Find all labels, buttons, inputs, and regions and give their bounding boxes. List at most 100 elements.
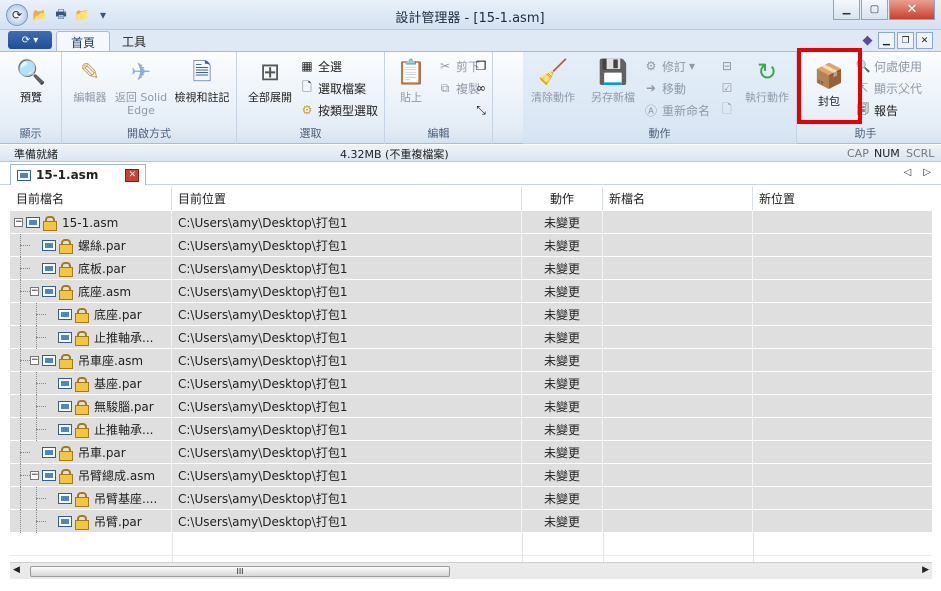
cell-action[interactable]: 未變更 xyxy=(522,487,603,510)
action-extra-2[interactable]: ☑ xyxy=(719,78,735,98)
table-row[interactable]: − 吊臂總成.asm C:\Users\amy\Desktop\打包1 未變更 xyxy=(10,464,932,487)
tab-next-icon[interactable]: ▷ xyxy=(923,167,931,178)
save-as-button[interactable]: 💾 另存新檔 xyxy=(585,56,641,105)
collapse-toggle-icon[interactable]: − xyxy=(30,356,39,365)
table-row[interactable]: 吊車.par C:\Users\amy\Desktop\打包1 未變更 xyxy=(10,441,932,464)
action-extra-1[interactable]: ⊟ xyxy=(719,56,735,76)
table-row[interactable]: 基座.par C:\Users\amy\Desktop\打包1 未變更 xyxy=(10,372,932,395)
table-row[interactable]: − 底座.asm C:\Users\amy\Desktop\打包1 未變更 xyxy=(10,280,932,303)
table-row[interactable]: − 15-1.asm C:\Users\amy\Desktop\打包1 未變更 xyxy=(10,211,932,234)
table-row[interactable]: 止推軸承... C:\Users\amy\Desktop\打包1 未變更 xyxy=(10,418,932,441)
cell-new-location[interactable] xyxy=(753,395,932,418)
cell-action[interactable]: 未變更 xyxy=(522,395,603,418)
cell-new-name[interactable] xyxy=(603,303,753,326)
table-row[interactable]: 止推軸承... C:\Users\amy\Desktop\打包1 未變更 xyxy=(10,326,932,349)
table-row[interactable]: 螺絲.par C:\Users\amy\Desktop\打包1 未變更 xyxy=(10,234,932,257)
expand-all-button[interactable]: ⊞ 全部展開 xyxy=(241,56,299,105)
ribbon-close-button[interactable]: ✕ xyxy=(916,32,933,49)
cell-action[interactable]: 未變更 xyxy=(522,464,603,487)
cell-new-location[interactable] xyxy=(753,326,932,349)
cell-new-location[interactable] xyxy=(753,464,932,487)
col-action[interactable]: 動作 xyxy=(522,187,603,210)
col-new-name[interactable]: 新檔名 xyxy=(603,187,753,210)
cell-new-location[interactable] xyxy=(753,418,932,441)
cell-action[interactable]: 未變更 xyxy=(522,441,603,464)
close-button[interactable]: ✕ xyxy=(889,0,935,20)
execute-action-button[interactable]: ↻ 執行動作 xyxy=(739,56,795,105)
horizontal-scrollbar[interactable]: ◀ III ▶ xyxy=(10,562,932,579)
cell-new-name[interactable] xyxy=(603,257,753,280)
table-row[interactable]: 無駿腦.par C:\Users\amy\Desktop\打包1 未變更 xyxy=(10,395,932,418)
cell-action[interactable]: 未變更 xyxy=(522,372,603,395)
cell-action[interactable]: 未變更 xyxy=(522,257,603,280)
cell-action[interactable]: 未變更 xyxy=(522,280,603,303)
cell-action[interactable]: 未變更 xyxy=(522,303,603,326)
cell-new-location[interactable] xyxy=(753,372,932,395)
cell-new-name[interactable] xyxy=(603,280,753,303)
revise-button[interactable]: ⚙ 修訂 ▾ xyxy=(643,56,695,76)
table-row[interactable]: 吊臂.par C:\Users\amy\Desktop\打包1 未變更 xyxy=(10,510,932,533)
open-folder-icon[interactable]: 📂 xyxy=(31,6,49,24)
view-markup-button[interactable]: 🗎 檢視和註記 xyxy=(168,56,236,105)
table-row[interactable]: − 吊車座.asm C:\Users\amy\Desktop\打包1 未變更 xyxy=(10,349,932,372)
cell-new-name[interactable] xyxy=(603,395,753,418)
clear-action-button[interactable]: 🧹 清除動作 xyxy=(527,56,579,105)
app-logo-icon[interactable]: ⟳ xyxy=(6,4,28,26)
customize-dropdown-icon[interactable]: ▾ xyxy=(94,6,112,24)
show-parent-button[interactable]: ⇱ 顯示父代 xyxy=(855,78,922,98)
select-files-button[interactable]: 🗋 選取檔案 xyxy=(299,78,366,98)
where-used-button[interactable]: 🔍 何處使用 xyxy=(855,56,923,76)
ribbon-minimize-button[interactable]: ▁ xyxy=(878,32,895,49)
cell-new-location[interactable] xyxy=(753,234,932,257)
cell-new-location[interactable] xyxy=(753,349,932,372)
edit-extra-button[interactable]: ❐ xyxy=(473,56,489,76)
maximize-button[interactable]: ▢ xyxy=(861,0,888,20)
find-button[interactable]: ∞ xyxy=(473,78,489,98)
scroll-left-icon[interactable]: ◀ xyxy=(13,565,20,575)
editor-button[interactable]: ✎ 編輯器 xyxy=(68,56,112,105)
cell-new-location[interactable] xyxy=(753,303,932,326)
cell-action[interactable]: 未變更 xyxy=(522,326,603,349)
collapse-toggle-icon[interactable]: − xyxy=(14,218,23,227)
cell-new-name[interactable] xyxy=(603,349,753,372)
cell-new-location[interactable] xyxy=(753,211,932,234)
col-new-location[interactable]: 新位置 xyxy=(753,187,932,210)
table-row[interactable]: 吊臂基座.... C:\Users\amy\Desktop\打包1 未變更 xyxy=(10,487,932,510)
cell-new-name[interactable] xyxy=(603,464,753,487)
cell-new-name[interactable] xyxy=(603,441,753,464)
help-book-icon[interactable]: ◆ xyxy=(859,32,876,49)
cell-new-location[interactable] xyxy=(753,487,932,510)
cell-new-location[interactable] xyxy=(753,280,932,303)
minimize-button[interactable]: ▁ xyxy=(833,0,860,20)
select-by-type-button[interactable]: ⚙ 按類型選取 xyxy=(299,100,378,120)
cell-action[interactable]: 未變更 xyxy=(522,510,603,533)
print-icon[interactable]: 🖶 xyxy=(52,6,70,24)
scale-button[interactable]: ⤡ xyxy=(473,100,489,120)
cell-new-name[interactable] xyxy=(603,211,753,234)
cell-new-name[interactable] xyxy=(603,234,753,257)
cell-new-name[interactable] xyxy=(603,487,753,510)
cell-action[interactable]: 未變更 xyxy=(522,234,603,257)
cell-new-location[interactable] xyxy=(753,441,932,464)
move-button[interactable]: ➜ 移動 xyxy=(643,78,686,98)
ribbon-restore-button[interactable]: ❐ xyxy=(897,32,914,49)
table-row[interactable]: 底板.par C:\Users\amy\Desktop\打包1 未變更 xyxy=(10,257,932,280)
scroll-right-icon[interactable]: ▶ xyxy=(922,565,929,575)
cell-new-location[interactable] xyxy=(753,510,932,533)
cell-new-name[interactable] xyxy=(603,510,753,533)
cell-action[interactable]: 未變更 xyxy=(522,349,603,372)
cell-new-location[interactable] xyxy=(753,257,932,280)
cell-new-name[interactable] xyxy=(603,372,753,395)
action-extra-3[interactable]: 🗋 xyxy=(719,100,735,120)
close-tab-icon[interactable]: ✕ xyxy=(125,168,140,182)
cell-action[interactable]: 未變更 xyxy=(522,418,603,441)
cell-action[interactable]: 未變更 xyxy=(522,211,603,234)
select-all-button[interactable]: ▦ 全選 xyxy=(299,56,342,76)
preview-button[interactable]: 🔍 預覽 xyxy=(8,56,54,105)
cell-new-name[interactable] xyxy=(603,326,753,349)
collapse-toggle-icon[interactable]: − xyxy=(30,287,39,296)
folder-up-icon[interactable]: 📁 xyxy=(73,6,91,24)
table-row[interactable]: 底座.par C:\Users\amy\Desktop\打包1 未變更 xyxy=(10,303,932,326)
scroll-thumb[interactable]: III xyxy=(30,566,450,577)
document-tab[interactable]: 15-1.asm ✕ xyxy=(10,164,147,185)
